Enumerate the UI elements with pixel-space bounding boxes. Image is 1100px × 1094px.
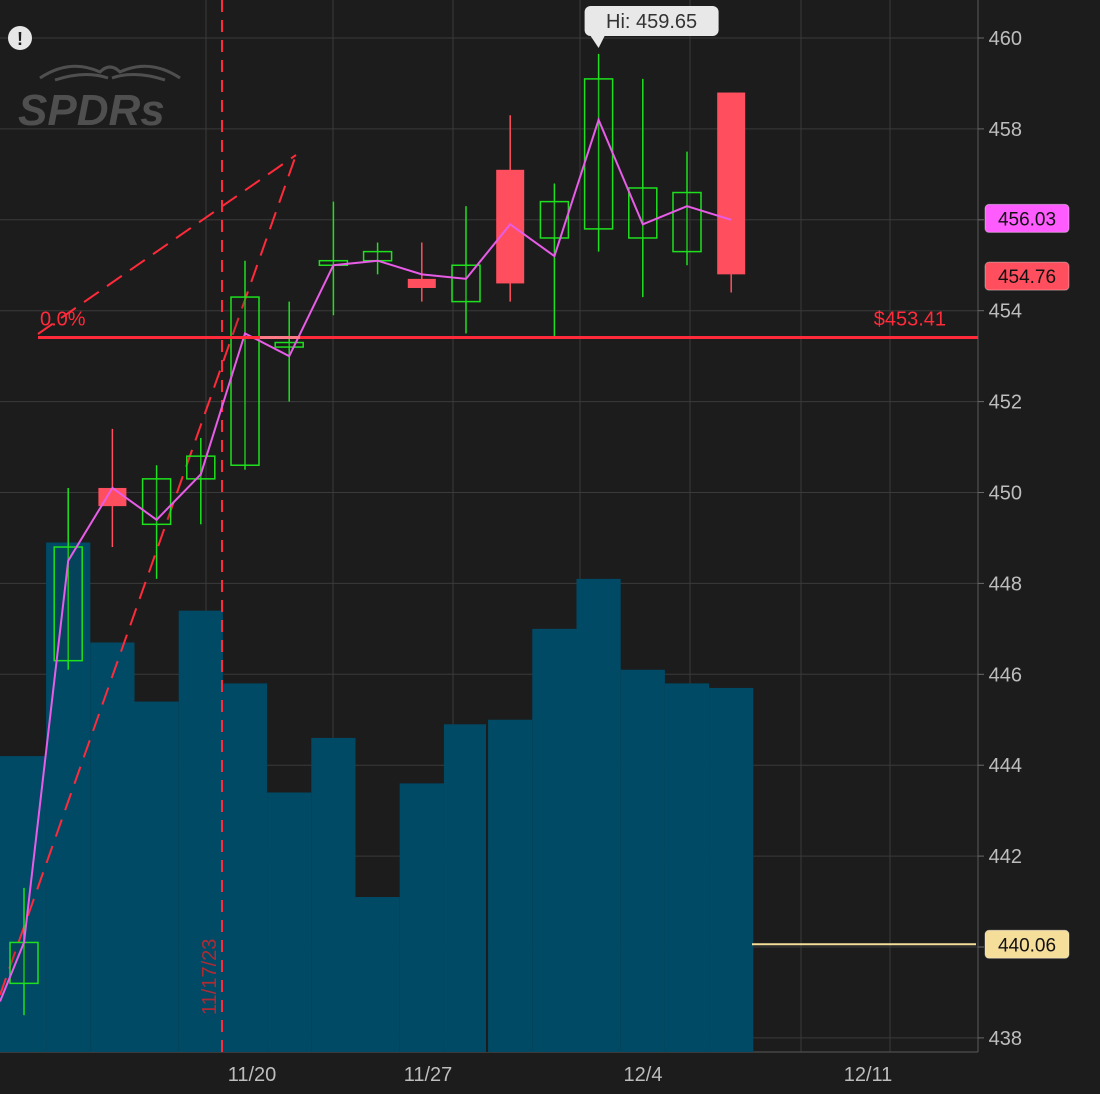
y-tick-label: 452 <box>989 392 1022 414</box>
volume-bar <box>267 792 312 1052</box>
volume-bar <box>709 687 754 1052</box>
volume-bar <box>222 683 268 1052</box>
candle-body <box>717 92 746 275</box>
volume-bar <box>90 642 135 1052</box>
candle-body <box>496 169 525 284</box>
y-tick-label: 454 <box>989 301 1022 323</box>
volume-bar <box>664 683 710 1052</box>
hi-callout-label: Hi: 459.65 <box>606 11 697 33</box>
candle-body <box>451 264 481 303</box>
volume-bar <box>399 783 444 1052</box>
volume-bar <box>0 756 47 1052</box>
price-badge-label: 456.03 <box>998 209 1056 230</box>
y-tick-label: 438 <box>989 1028 1022 1050</box>
y-tick-label: 460 <box>989 28 1022 50</box>
volume-bar <box>311 737 356 1052</box>
price-chart[interactable]: SPDRs ! 11/17/23 $453.410.0% Hi: 459.65 … <box>0 0 1100 1094</box>
y-tick-label: 450 <box>989 483 1022 505</box>
x-tick-label: 11/27 <box>404 1064 453 1086</box>
volume-bar <box>443 724 489 1052</box>
candle-body <box>362 250 393 262</box>
volume-bar <box>576 578 621 1052</box>
y-tick-label: 444 <box>989 755 1022 777</box>
candle-body <box>407 278 436 288</box>
volume-bar <box>355 897 400 1052</box>
price-badge-label: 440.06 <box>998 935 1056 956</box>
candle-body <box>583 78 614 230</box>
candle-body <box>230 296 260 466</box>
volume-bar <box>620 669 665 1052</box>
price-badge-label: 454.76 <box>998 267 1056 288</box>
candle-body <box>141 478 172 526</box>
spdr-logo: SPDRs <box>18 64 181 135</box>
y-tick-label: 442 <box>989 846 1022 868</box>
candle-body <box>274 341 304 348</box>
alert-icon[interactable]: ! <box>8 26 32 50</box>
x-tick-label: 12/11 <box>844 1064 893 1086</box>
y-tick-label: 458 <box>989 119 1022 141</box>
logo-text: SPDRs <box>18 86 165 135</box>
candle-body <box>628 187 658 239</box>
y-tick-label: 448 <box>989 573 1022 595</box>
fib-level-label: 0.0% <box>40 309 86 331</box>
date-line-label: 11/17/23 <box>199 939 221 1015</box>
x-tick-label: 12/4 <box>624 1064 663 1086</box>
price-level-label: $453.41 <box>874 309 946 331</box>
volume-bar <box>134 701 179 1052</box>
volume-bar <box>488 719 533 1052</box>
candle-body <box>9 941 39 985</box>
y-tick-label: 446 <box>989 664 1022 686</box>
candle-body <box>539 200 570 239</box>
candle-body <box>672 191 702 253</box>
alert-glyph: ! <box>17 29 23 49</box>
volume-bar <box>532 628 577 1052</box>
x-tick-label: 11/20 <box>228 1064 277 1086</box>
